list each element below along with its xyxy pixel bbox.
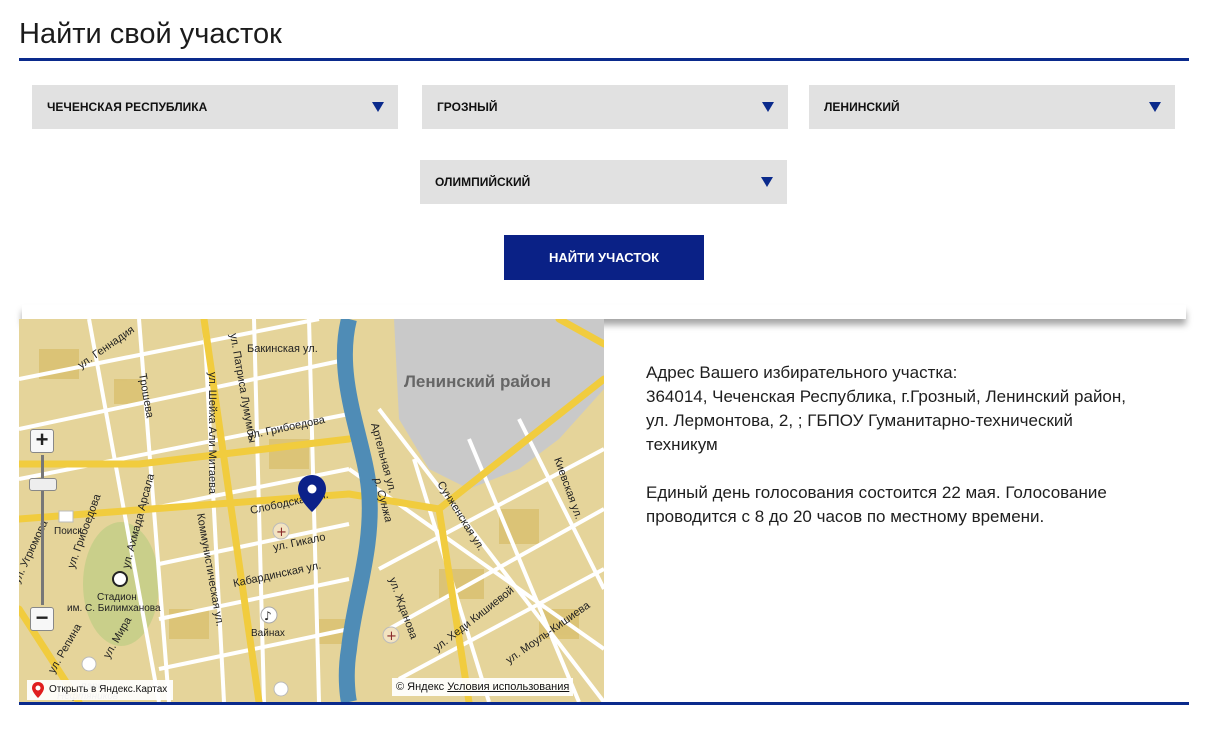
locality-select[interactable]: ОЛИМПИЙСКИЙ — [420, 160, 787, 204]
title-divider — [19, 58, 1189, 61]
map-attribution: © Яндекс Условия использования — [392, 678, 574, 696]
result-panel-edge — [22, 305, 1186, 319]
tree-icon — [273, 681, 289, 697]
map-poi-label: Стадион — [97, 592, 137, 603]
tree-icon — [81, 656, 97, 672]
page-title: Найти свой участок — [19, 18, 282, 50]
terms-of-use-link[interactable]: Условия использования — [447, 681, 569, 693]
region-select[interactable]: ЧЕЧЕНСКАЯ РЕСПУБЛИКА — [32, 85, 398, 129]
precinct-info: Адрес Вашего избирательного участка: 364… — [646, 361, 1126, 553]
map-poi-label: Поиск — [54, 526, 82, 537]
map-street-label: Бакинская ул. — [247, 343, 318, 355]
chevron-down-icon — [762, 102, 774, 112]
yandex-pin-icon — [32, 682, 44, 698]
address-heading: Адрес Вашего избирательного участка: — [646, 363, 958, 382]
district-select-value: ЛЕНИНСКИЙ — [824, 100, 900, 114]
district-select[interactable]: ЛЕНИНСКИЙ — [809, 85, 1175, 129]
bottom-divider — [19, 702, 1189, 705]
precinct-address: 364014, Чеченская Республика, г.Грозный,… — [646, 387, 1127, 454]
find-precinct-button[interactable]: НАЙТИ УЧАСТОК — [504, 235, 704, 280]
map-district-label: Ленинский район — [404, 372, 551, 391]
open-in-yandex-label: Открыть в Яндекс.Картах — [49, 684, 168, 695]
precinct-map[interactable]: Ленинский район Бакинская ул. ул. Грибое… — [19, 319, 604, 702]
chevron-down-icon — [1149, 102, 1161, 112]
zoom-in-button[interactable]: + — [30, 429, 54, 453]
locality-select-value: ОЛИМПИЙСКИЙ — [435, 175, 531, 189]
svg-text:+: + — [386, 629, 397, 644]
city-select[interactable]: ГРОЗНЫЙ — [422, 85, 788, 129]
cart-icon — [58, 510, 74, 523]
election-day-text: Единый день голосования состоится 22 мая… — [646, 483, 1001, 502]
chevron-down-icon — [761, 177, 773, 187]
stadium-icon — [112, 571, 128, 587]
zoom-out-button[interactable]: − — [30, 607, 54, 631]
map-copyright: © Яндекс — [396, 681, 445, 693]
svg-text:+: + — [276, 525, 287, 540]
open-in-yandex-link[interactable]: Открыть в Яндекс.Картах — [27, 680, 174, 700]
map-poi-label: Вайнах — [251, 628, 285, 639]
svg-text:♪: ♪ — [264, 609, 272, 623]
chevron-down-icon — [372, 102, 384, 112]
map-canvas[interactable]: Ленинский район Бакинская ул. ул. Грибое… — [19, 319, 604, 702]
map-street-label: ул. Шейха Али Митаева — [206, 372, 218, 495]
zoom-slider-handle[interactable] — [29, 478, 57, 491]
city-select-value: ГРОЗНЫЙ — [437, 100, 498, 114]
region-select-value: ЧЕЧЕНСКАЯ РЕСПУБЛИКА — [47, 100, 208, 114]
map-poi-label: им. С. Билимханова — [67, 603, 161, 614]
